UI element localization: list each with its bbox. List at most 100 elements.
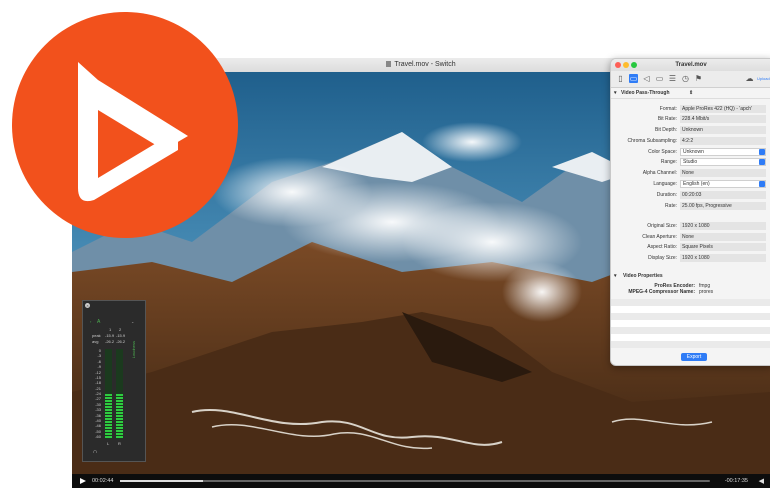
disclosure-icon: ▾	[614, 90, 617, 96]
property-row: Bit Rate: 228.4 Mbit/s	[611, 115, 770, 123]
property-value: Unknown	[680, 126, 766, 134]
table-row	[611, 327, 770, 334]
export-button[interactable]: Export	[681, 353, 707, 361]
property-row: Bit Depth: Unknown	[611, 126, 770, 134]
scale-tick-label: -33	[95, 407, 101, 413]
cloud-icon[interactable]: ☁	[745, 74, 754, 83]
avg-label: avg	[92, 339, 99, 344]
property-value: None	[680, 233, 766, 241]
property-value-text: Unknown	[683, 149, 704, 155]
meter-fill-right	[116, 394, 123, 439]
property-row: Rate: 25.00 fps, Progressive	[611, 202, 770, 210]
property-value-text: 00:20:03	[682, 192, 702, 198]
zoom-window-button[interactable]	[631, 62, 637, 68]
section-title: Video Pass-Through	[621, 90, 670, 96]
property-row: Display Size: 1920 x 1080	[611, 254, 770, 262]
video-title: Travel.mov - Switch	[394, 61, 456, 68]
property-row: Range: Studio	[611, 158, 770, 166]
peak-value-2: -15.9	[116, 333, 126, 338]
scale-tick-label: -27	[95, 396, 101, 402]
scrubber-played	[120, 480, 203, 482]
property-label: Rate:	[665, 203, 677, 209]
property-row: Format: Apple ProRes 422 (HQ) - 'apch'	[611, 105, 770, 113]
headphones-icon[interactable]: ∩	[93, 449, 97, 455]
close-window-button[interactable]	[615, 62, 621, 68]
cloud-label: Upload	[757, 76, 770, 81]
clock-icon[interactable]: ◷	[681, 74, 690, 83]
video-properties-header[interactable]: ▾ Video Properties	[611, 271, 770, 281]
subtitles-icon[interactable]: ☰	[668, 74, 677, 83]
property-value-text: 1920 x 1080	[682, 223, 710, 229]
column-label-1: 1	[109, 327, 112, 332]
property-dropdown[interactable]: Unknown	[680, 148, 766, 156]
property-dropdown[interactable]: English (en)	[680, 180, 766, 188]
property-value: None	[680, 169, 766, 177]
chevron-down-icon	[759, 159, 765, 165]
property-value: 228.4 Mbit/s	[680, 115, 766, 123]
display-icon[interactable]: ▭	[655, 74, 664, 83]
chevron-down-icon	[759, 181, 765, 187]
video-property-row: MPEG-4 Compressor Name: prores	[611, 289, 770, 295]
audio-icon[interactable]: ◁	[642, 74, 651, 83]
table-row	[611, 334, 770, 341]
play-icon[interactable]	[80, 478, 86, 484]
property-row: Original Size: 1920 x 1080	[611, 222, 770, 230]
table-row	[611, 341, 770, 348]
property-label: Duration:	[656, 192, 677, 198]
scale-tick-label: -60	[95, 434, 101, 439]
export-label: Export	[686, 354, 702, 360]
channel-left-label: L	[107, 441, 110, 446]
inspector-toolbar: ▯ ▭ ◁ ▭ ☰ ◷ ⚑ ☁ Upload	[611, 71, 770, 88]
property-value-text: English (en)	[683, 181, 710, 187]
minimize-window-button[interactable]	[623, 62, 629, 68]
property-value: Square Pixels	[680, 243, 766, 251]
scale-tick-label: -12	[95, 369, 101, 375]
section-stepper[interactable]: ⇕	[689, 88, 693, 98]
property-value: 1920 x 1080	[680, 254, 766, 262]
close-icon[interactable]: ×	[85, 303, 90, 308]
table-row	[611, 299, 770, 306]
file-icon	[386, 61, 392, 67]
property-label: Color Space:	[648, 149, 677, 155]
property-dropdown[interactable]: Studio	[680, 158, 766, 166]
property-row: Clean Aperture: None	[611, 233, 770, 241]
property-value: Apple ProRes 422 (HQ) - 'apch'	[680, 105, 766, 113]
inspector-titlebar[interactable]: Travel.mov	[611, 59, 770, 71]
peak-value-1: -15.9	[105, 333, 115, 338]
playback-controls: 00:02:44 -00:17:35 ◀	[72, 474, 770, 488]
scale-tick-label: -18	[95, 380, 101, 386]
channel-right-label: R	[118, 441, 121, 446]
property-label: Language:	[653, 181, 677, 187]
property-row: Language: English (en)	[611, 180, 770, 188]
property-value: 00:20:03	[680, 191, 766, 199]
property-label: Bit Depth:	[655, 127, 677, 133]
section-header[interactable]: ▾ Video Pass-Through ⇕	[611, 88, 770, 99]
chevron-right-icon[interactable]: ›	[90, 319, 91, 324]
video-property-label: MPEG-4 Compressor Name:	[628, 289, 695, 295]
document-icon[interactable]: ▯	[616, 74, 625, 83]
channel-selector[interactable]: A	[97, 319, 100, 325]
avg-value-2: -26.2	[116, 339, 126, 344]
property-row: Aspect Ratio: Square Pixels	[611, 243, 770, 251]
time-remaining: -00:17:35	[724, 478, 748, 484]
scale-tick-label: -36	[95, 412, 101, 418]
inspector-window: Travel.mov ▯ ▭ ◁ ▭ ☰ ◷ ⚑ ☁ Upload ▾ Vide…	[610, 58, 770, 366]
property-row: Alpha Channel: None	[611, 169, 770, 177]
avg-value-1: -26.2	[105, 339, 115, 344]
property-value-text: 25.00 fps, Progressive	[682, 203, 732, 209]
video-properties-title: Video Properties	[623, 273, 663, 279]
property-label: Bit Rate:	[657, 116, 677, 122]
side-label: Loudness	[131, 341, 136, 359]
property-value: 1920 x 1080	[680, 222, 766, 230]
chevron-down-icon[interactable]: ⌄	[131, 319, 134, 324]
video-property-value: prores	[699, 289, 714, 295]
property-label: Aspect Ratio:	[647, 244, 677, 250]
scale-tick-label: -9	[97, 364, 101, 370]
scrubber-track[interactable]	[120, 480, 710, 482]
video-icon[interactable]: ▭	[629, 74, 638, 83]
volume-icon[interactable]: ◀	[759, 477, 764, 485]
property-label: Format:	[659, 106, 677, 112]
flag-icon[interactable]: ⚑	[694, 74, 703, 83]
db-scale: 0 -3 -6 -9 -12 -15 -18 -21 -24 -27 -30 -33 -36 -40 -46…	[89, 349, 101, 439]
property-value-text: Square Pixels	[682, 244, 713, 250]
